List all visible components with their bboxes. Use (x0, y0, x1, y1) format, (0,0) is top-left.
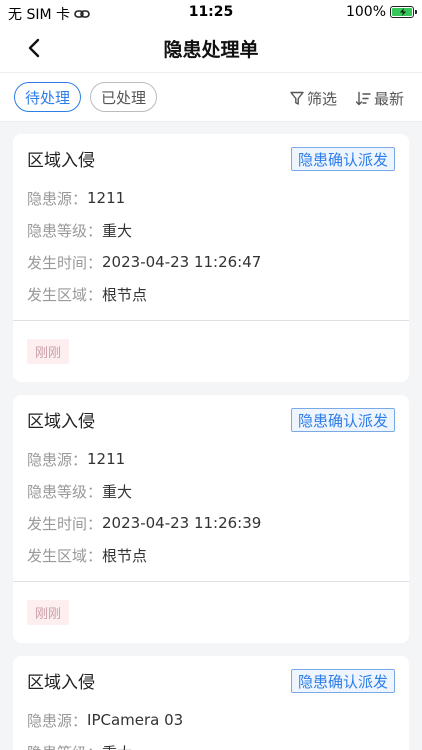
source-label: 隐患源： (27, 189, 88, 208)
tab-pending[interactable]: 待处理 (14, 82, 82, 112)
card-body: 隐患源： IPCamera 03 隐患等级： 重大 (13, 704, 409, 750)
source-row: 隐患源： IPCamera 03 (27, 704, 395, 736)
page-title: 隐患处理单 (163, 38, 259, 61)
status-right: 100% (345, 4, 417, 20)
charging-icon (400, 8, 406, 16)
time-value: 2023-04-23 11:26:39 (102, 514, 262, 532)
source-row: 隐患源： 1211 (27, 182, 395, 214)
area-label: 发生区域： (27, 285, 103, 304)
hazard-card[interactable]: 区域入侵 隐患确认派发 隐患源： 1211 隐患等级： 重大 发生时间： 202… (13, 134, 409, 382)
back-button[interactable] (20, 34, 48, 62)
card-header: 区域入侵 隐患确认派发 (13, 395, 409, 443)
area-row: 发生区域： 根节点 (27, 278, 395, 310)
sort-label: 最新 (373, 89, 404, 108)
funnel-icon (290, 91, 304, 105)
area-value: 根节点 (102, 285, 148, 304)
level-row: 隐患等级： 重大 (27, 475, 395, 507)
source-value: 1211 (87, 189, 126, 207)
sort-icon (355, 91, 371, 105)
level-row: 隐患等级： 重大 (27, 214, 395, 246)
level-label: 隐患等级： (27, 482, 103, 501)
source-label: 隐患源： (27, 711, 88, 730)
hazard-card[interactable]: 区域入侵 隐患确认派发 隐患源： 1211 隐患等级： 重大 发生时间： 202… (13, 395, 409, 643)
filter-bar: 待处理 已处理 筛选 最新 (0, 72, 422, 122)
nav-bar: 隐患处理单 (0, 24, 422, 72)
hazard-list: 区域入侵 隐患确认派发 隐患源： 1211 隐患等级： 重大 发生时间： 202… (0, 122, 422, 750)
card-title: 区域入侵 (27, 411, 95, 432)
source-value: IPCamera 03 (87, 711, 184, 729)
level-value: 重大 (102, 742, 132, 750)
time-row: 发生时间： 2023-04-23 11:26:39 (27, 507, 395, 539)
relative-time-badge: 刚刚 (27, 600, 70, 625)
level-row: 隐患等级： 重大 (27, 736, 395, 750)
level-value: 重大 (102, 221, 133, 240)
card-body: 隐患源： 1211 隐患等级： 重大 发生时间： 2023-04-23 11:2… (13, 182, 409, 320)
card-body: 隐患源： 1211 隐患等级： 重大 发生时间： 2023-04-23 11:2… (13, 443, 409, 581)
confirm-dispatch-button[interactable]: 隐患确认派发 (290, 147, 395, 171)
hazard-card[interactable]: 区域入侵 隐患确认派发 隐患源： IPCamera 03 隐患等级： 重大 (13, 656, 409, 750)
filter-label: 筛选 (306, 89, 337, 108)
area-row: 发生区域： 根节点 (27, 539, 395, 571)
sort-button[interactable]: 最新 (355, 88, 404, 109)
card-header: 区域入侵 隐患确认派发 (13, 656, 409, 704)
confirm-dispatch-button[interactable]: 隐患确认派发 (290, 408, 395, 432)
card-header: 区域入侵 隐患确认派发 (13, 134, 409, 182)
card-footer: 刚刚 (13, 320, 409, 382)
confirm-dispatch-button[interactable]: 隐患确认派发 (290, 669, 395, 693)
filter-actions: 筛选 最新 (290, 73, 404, 123)
time-label: 发生时间： (27, 514, 103, 533)
time-value: 2023-04-23 11:26:47 (102, 253, 262, 271)
battery-fill (392, 8, 412, 16)
time-label: 发生时间： (27, 253, 103, 272)
level-value: 重大 (102, 482, 133, 501)
source-value: 1211 (87, 450, 126, 468)
card-title: 区域入侵 (27, 672, 95, 693)
level-label: 隐患等级： (27, 221, 103, 240)
time-row: 发生时间： 2023-04-23 11:26:47 (27, 246, 395, 278)
area-value: 根节点 (102, 546, 148, 565)
tab-processed[interactable]: 已处理 (90, 82, 158, 112)
source-label: 隐患源： (27, 450, 88, 469)
status-bar: 无 SIM 卡 11:25 100% (0, 0, 422, 24)
area-label: 发生区域： (27, 546, 103, 565)
relative-time-badge: 刚刚 (27, 339, 70, 364)
battery-icon (390, 6, 417, 18)
card-title: 区域入侵 (27, 150, 95, 171)
battery-percent: 100% (345, 4, 386, 20)
level-label: 隐患等级： (27, 742, 102, 750)
source-row: 隐患源： 1211 (27, 443, 395, 475)
filter-button[interactable]: 筛选 (290, 88, 337, 109)
card-footer: 刚刚 (13, 581, 409, 643)
chevron-left-icon (28, 38, 40, 58)
